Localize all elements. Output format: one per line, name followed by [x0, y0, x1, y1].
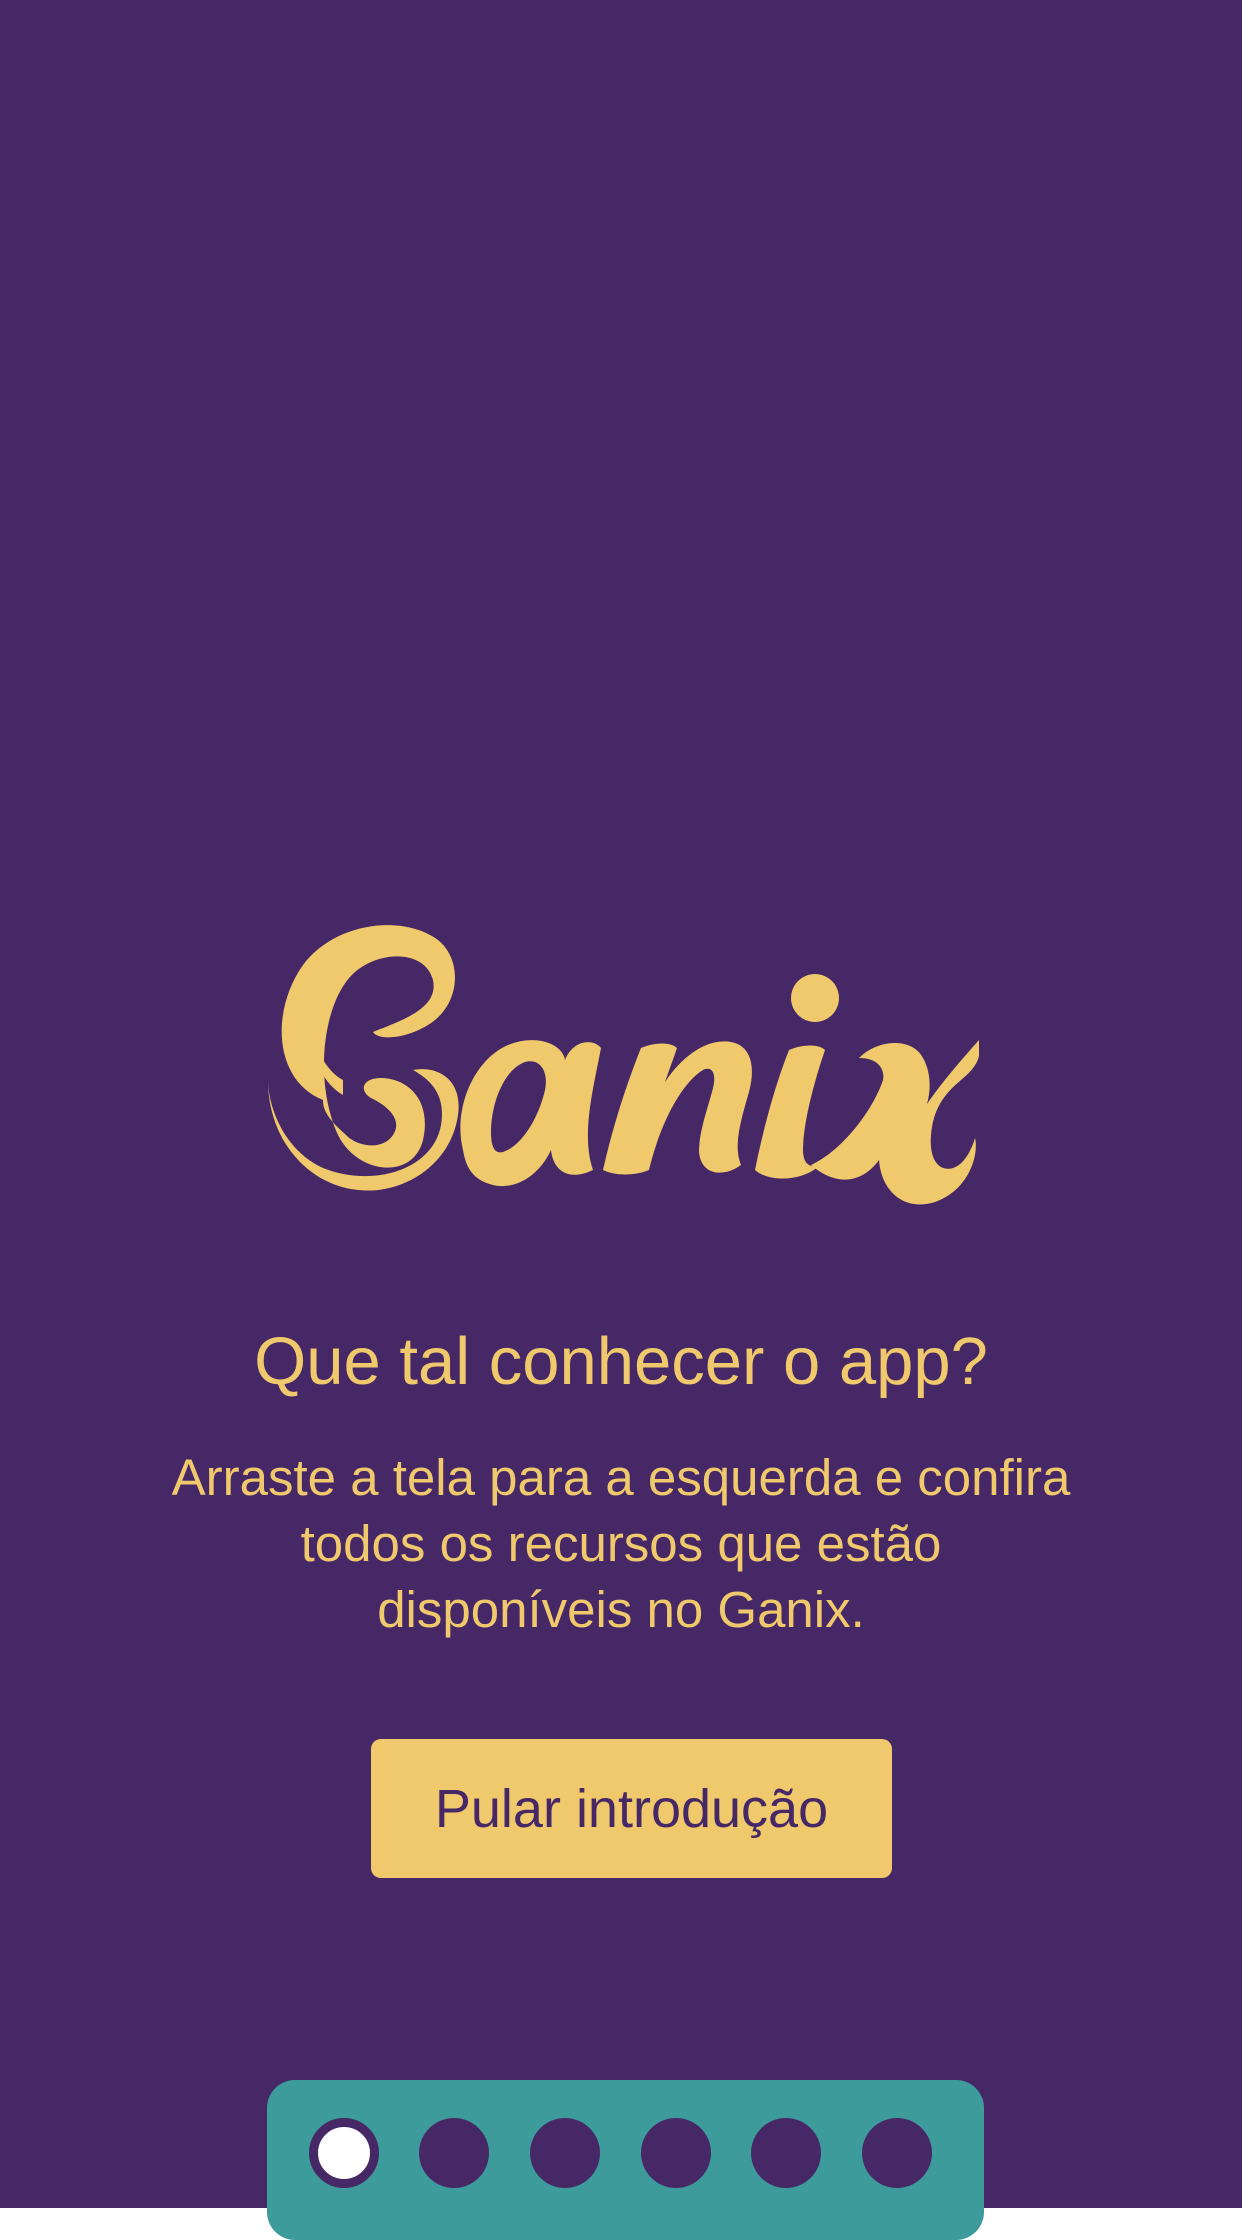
ganix-logo — [263, 920, 979, 1210]
page-dot-1[interactable] — [309, 2118, 379, 2188]
page-dot-5[interactable] — [751, 2118, 821, 2188]
page-dot-3[interactable] — [530, 2118, 600, 2188]
intro-screen: Que tal conhecer o app? Arraste a tela p… — [0, 0, 1242, 2240]
intro-description: Arraste a tela para a esquerda e confira… — [171, 1449, 1071, 1638]
ganix-logo-graphic — [268, 925, 979, 1205]
page-indicator — [267, 2080, 984, 2240]
skip-intro-button[interactable]: Pular introdução — [371, 1739, 892, 1878]
intro-headline: Que tal conhecer o app? — [254, 1324, 988, 1399]
page-dot-2[interactable] — [419, 2118, 489, 2188]
page-dot-6[interactable] — [862, 2118, 932, 2188]
page-dot-4[interactable] — [641, 2118, 711, 2188]
